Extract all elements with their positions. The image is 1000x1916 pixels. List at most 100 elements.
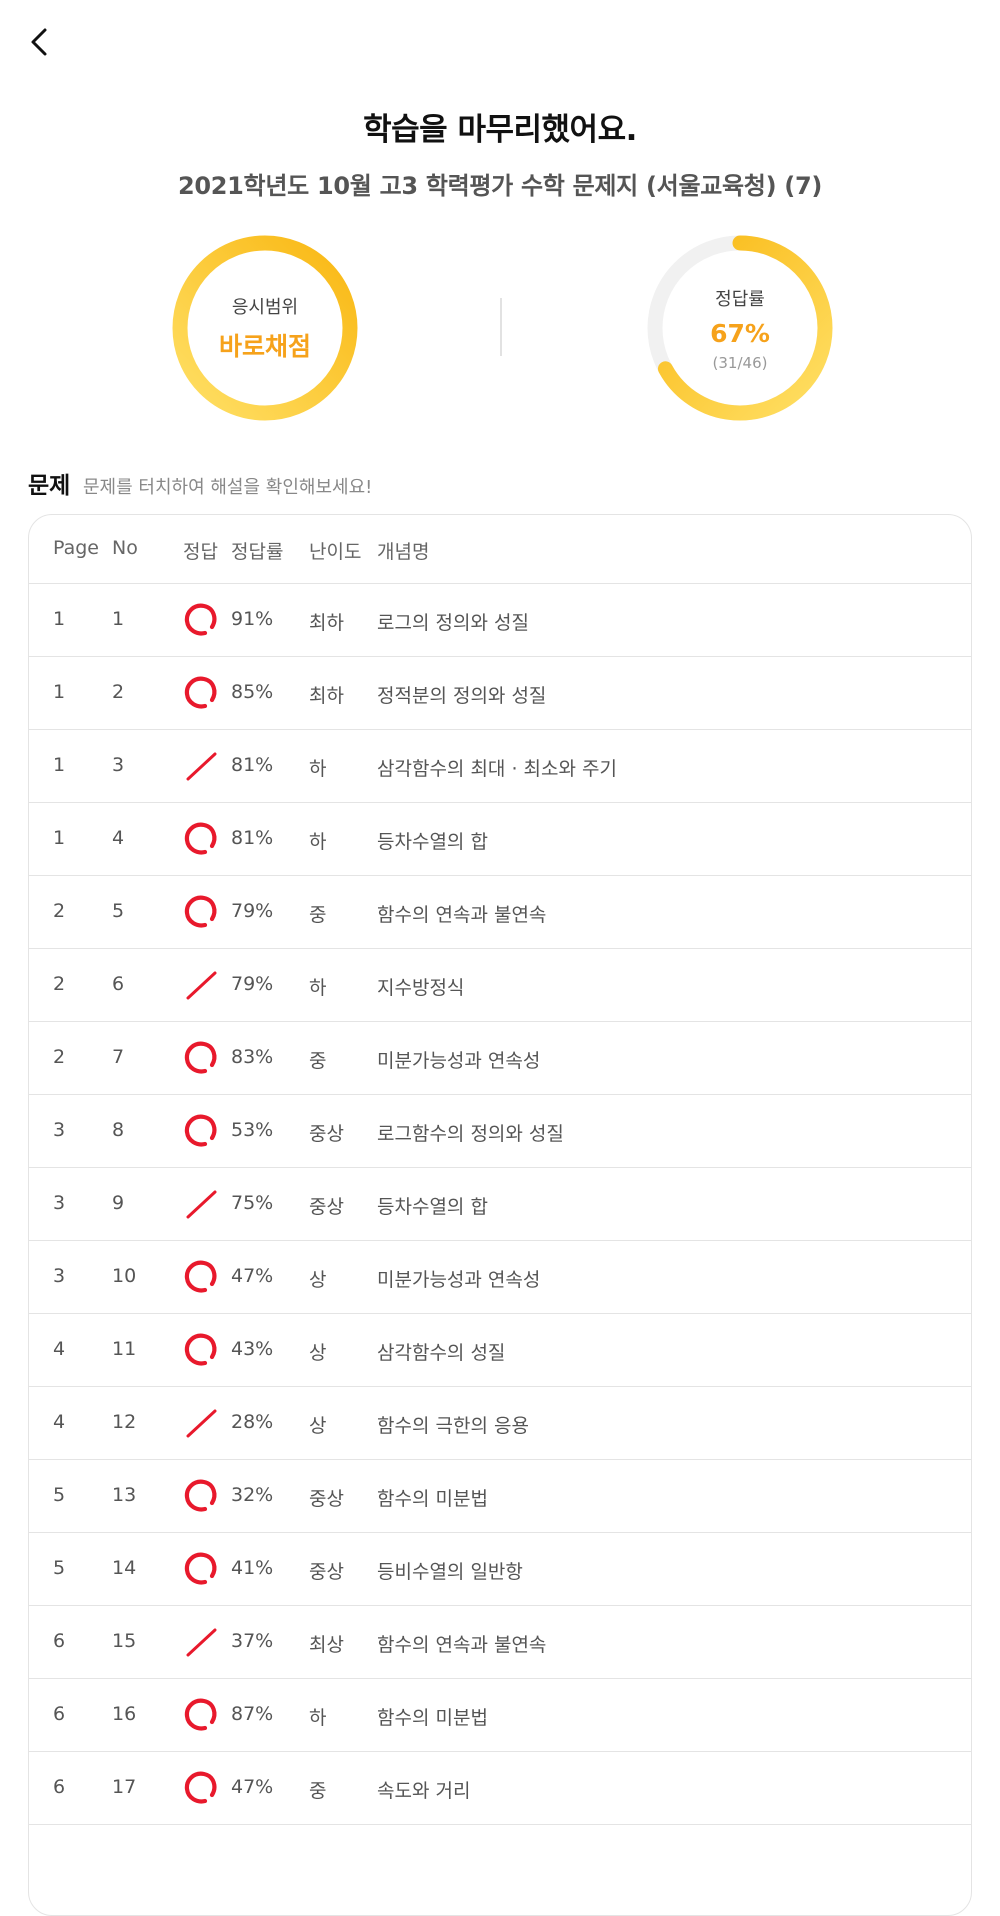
- concept-cell: 함수의 미분법: [377, 1488, 488, 1510]
- concept-cell: 정적분의 정의와 성질: [377, 685, 547, 707]
- back-button[interactable]: [18, 22, 58, 62]
- correct-circle-icon: [183, 821, 219, 857]
- wrong-slash-icon: [183, 1405, 219, 1441]
- correct-circle-icon: [183, 1040, 219, 1076]
- correct-circle-icon: [183, 1332, 219, 1368]
- accuracy-ring: 정답률 67% (31/46): [645, 233, 835, 423]
- page-cell: 6: [53, 1630, 66, 1652]
- page-cell: 5: [53, 1484, 66, 1506]
- correct-circle-icon: [183, 1478, 219, 1514]
- rate-cell: 79%: [231, 900, 274, 922]
- rate-cell: 81%: [231, 754, 274, 776]
- table-row[interactable]: 6 16 87% 하 함수의 미분법: [29, 1678, 971, 1752]
- no-cell: 10: [112, 1265, 137, 1287]
- table-row[interactable]: 4 12 28% 상 함수의 극한의 응용: [29, 1386, 971, 1460]
- rate-cell: 47%: [231, 1776, 274, 1798]
- scope-value: 바로채점: [218, 332, 311, 361]
- page-cell: 4: [53, 1338, 66, 1360]
- page-cell: 1: [53, 827, 66, 849]
- page-cell: 1: [53, 754, 66, 776]
- rate-cell: 91%: [231, 608, 274, 630]
- page-cell: 4: [53, 1411, 66, 1433]
- rate-cell: 32%: [231, 1484, 274, 1506]
- rate-cell: 75%: [231, 1192, 274, 1214]
- no-cell: 15: [112, 1630, 137, 1652]
- correct-circle-icon: [183, 1770, 219, 1806]
- table-row[interactable]: 2 7 83% 중 미분가능성과 연속성: [29, 1021, 971, 1095]
- no-cell: 16: [112, 1703, 137, 1725]
- table-row[interactable]: 3 8 53% 중상 로그함수의 정의와 성질: [29, 1094, 971, 1168]
- table-row[interactable]: 1 1 91% 최하 로그의 정의와 성질: [29, 583, 971, 657]
- page-cell: 6: [53, 1703, 66, 1725]
- difficulty-cell: 상: [309, 1415, 327, 1437]
- table-row[interactable]: 1 4 81% 하 등차수열의 합: [29, 802, 971, 876]
- difficulty-cell: 하: [309, 1707, 327, 1729]
- table-header: Page No 정답 정답률 난이도 개념명: [29, 515, 971, 584]
- rate-cell: 87%: [231, 1703, 274, 1725]
- wrong-slash-icon: [183, 1624, 219, 1660]
- page-cell: 2: [53, 973, 66, 995]
- table-row[interactable]: 2 5 79% 중 함수의 연속과 불연속: [29, 875, 971, 949]
- difficulty-cell: 중: [309, 904, 327, 926]
- page-cell: 1: [53, 608, 66, 630]
- table-row[interactable]: 3 9 75% 중상 등차수열의 합: [29, 1167, 971, 1241]
- page-cell: 6: [53, 1776, 66, 1798]
- concept-cell: 함수의 연속과 불연속: [377, 1634, 547, 1656]
- correct-circle-icon: [183, 894, 219, 930]
- table-row[interactable]: 6 15 37% 최상 함수의 연속과 불연속: [29, 1605, 971, 1679]
- page-cell: 2: [53, 1046, 66, 1068]
- table-row[interactable]: 5 14 41% 중상 등비수열의 일반항: [29, 1532, 971, 1606]
- difficulty-cell: 중상: [309, 1196, 344, 1218]
- rate-cell: 41%: [231, 1557, 274, 1579]
- no-cell: 9: [112, 1192, 125, 1214]
- correct-circle-icon: [183, 1697, 219, 1733]
- table-row[interactable]: 4 11 43% 상 삼각함수의 성질: [29, 1313, 971, 1387]
- table-row[interactable]: 1 2 85% 최하 정적분의 정의와 성질: [29, 656, 971, 730]
- difficulty-cell: 상: [309, 1269, 327, 1291]
- table-row[interactable]: 5 13 32% 중상 함수의 미분법: [29, 1459, 971, 1533]
- page-cell: 3: [53, 1192, 66, 1214]
- page-cell: 5: [53, 1557, 66, 1579]
- rate-cell: 81%: [231, 827, 274, 849]
- difficulty-cell: 하: [309, 758, 327, 780]
- exam-name: 2021학년도 10월 고3 학력평가 수학 문제지 (서울교육청) (7): [177, 172, 823, 200]
- rate-cell: 28%: [231, 1411, 274, 1433]
- concept-cell: 미분가능성과 연속성: [377, 1050, 541, 1072]
- correct-circle-icon: [183, 1259, 219, 1295]
- accuracy-percent: 67%: [710, 318, 770, 348]
- accuracy-count: (31/46): [712, 353, 768, 372]
- rate-cell: 47%: [231, 1265, 274, 1287]
- correct-circle-icon: [183, 602, 219, 638]
- header-no: No: [112, 537, 138, 559]
- table-row[interactable]: 3 10 47% 상 미분가능성과 연속성: [29, 1240, 971, 1314]
- difficulty-cell: 중상: [309, 1488, 344, 1510]
- table-row[interactable]: 1 3 81% 하 삼각함수의 최대 · 최소와 주기: [29, 729, 971, 803]
- concept-cell: 미분가능성과 연속성: [377, 1269, 541, 1291]
- accuracy-label: 정답률: [715, 288, 765, 310]
- no-cell: 6: [112, 973, 125, 995]
- difficulty-cell: 중: [309, 1050, 327, 1072]
- section-hint: 문제를 터치하여 해설을 확인해보세요!: [83, 477, 373, 498]
- table-row[interactable]: 6 17 47% 중 속도와 거리: [29, 1751, 971, 1825]
- concept-cell: 등비수열의 일반항: [377, 1561, 523, 1583]
- difficulty-cell: 중상: [309, 1561, 344, 1583]
- difficulty-cell: 하: [309, 977, 327, 999]
- difficulty-cell: 최상: [309, 1634, 344, 1656]
- difficulty-cell: 중상: [309, 1123, 344, 1145]
- wrong-slash-icon: [183, 748, 219, 784]
- difficulty-cell: 최하: [309, 612, 344, 634]
- correct-circle-icon: [183, 1113, 219, 1149]
- concept-cell: 삼각함수의 최대 · 최소와 주기: [377, 758, 617, 780]
- no-cell: 14: [112, 1557, 137, 1579]
- no-cell: 1: [112, 608, 125, 630]
- scope-ring: 응시범위 바로채점: [170, 233, 360, 423]
- correct-circle-icon: [183, 1551, 219, 1587]
- no-cell: 11: [112, 1338, 137, 1360]
- concept-cell: 등차수열의 합: [377, 1196, 488, 1218]
- table-row[interactable]: 2 6 79% 하 지수방정식: [29, 948, 971, 1022]
- page-cell: 3: [53, 1265, 66, 1287]
- header-answer: 정답: [183, 541, 218, 563]
- wrong-slash-icon: [183, 1186, 219, 1222]
- no-cell: 17: [112, 1776, 137, 1798]
- no-cell: 7: [112, 1046, 125, 1068]
